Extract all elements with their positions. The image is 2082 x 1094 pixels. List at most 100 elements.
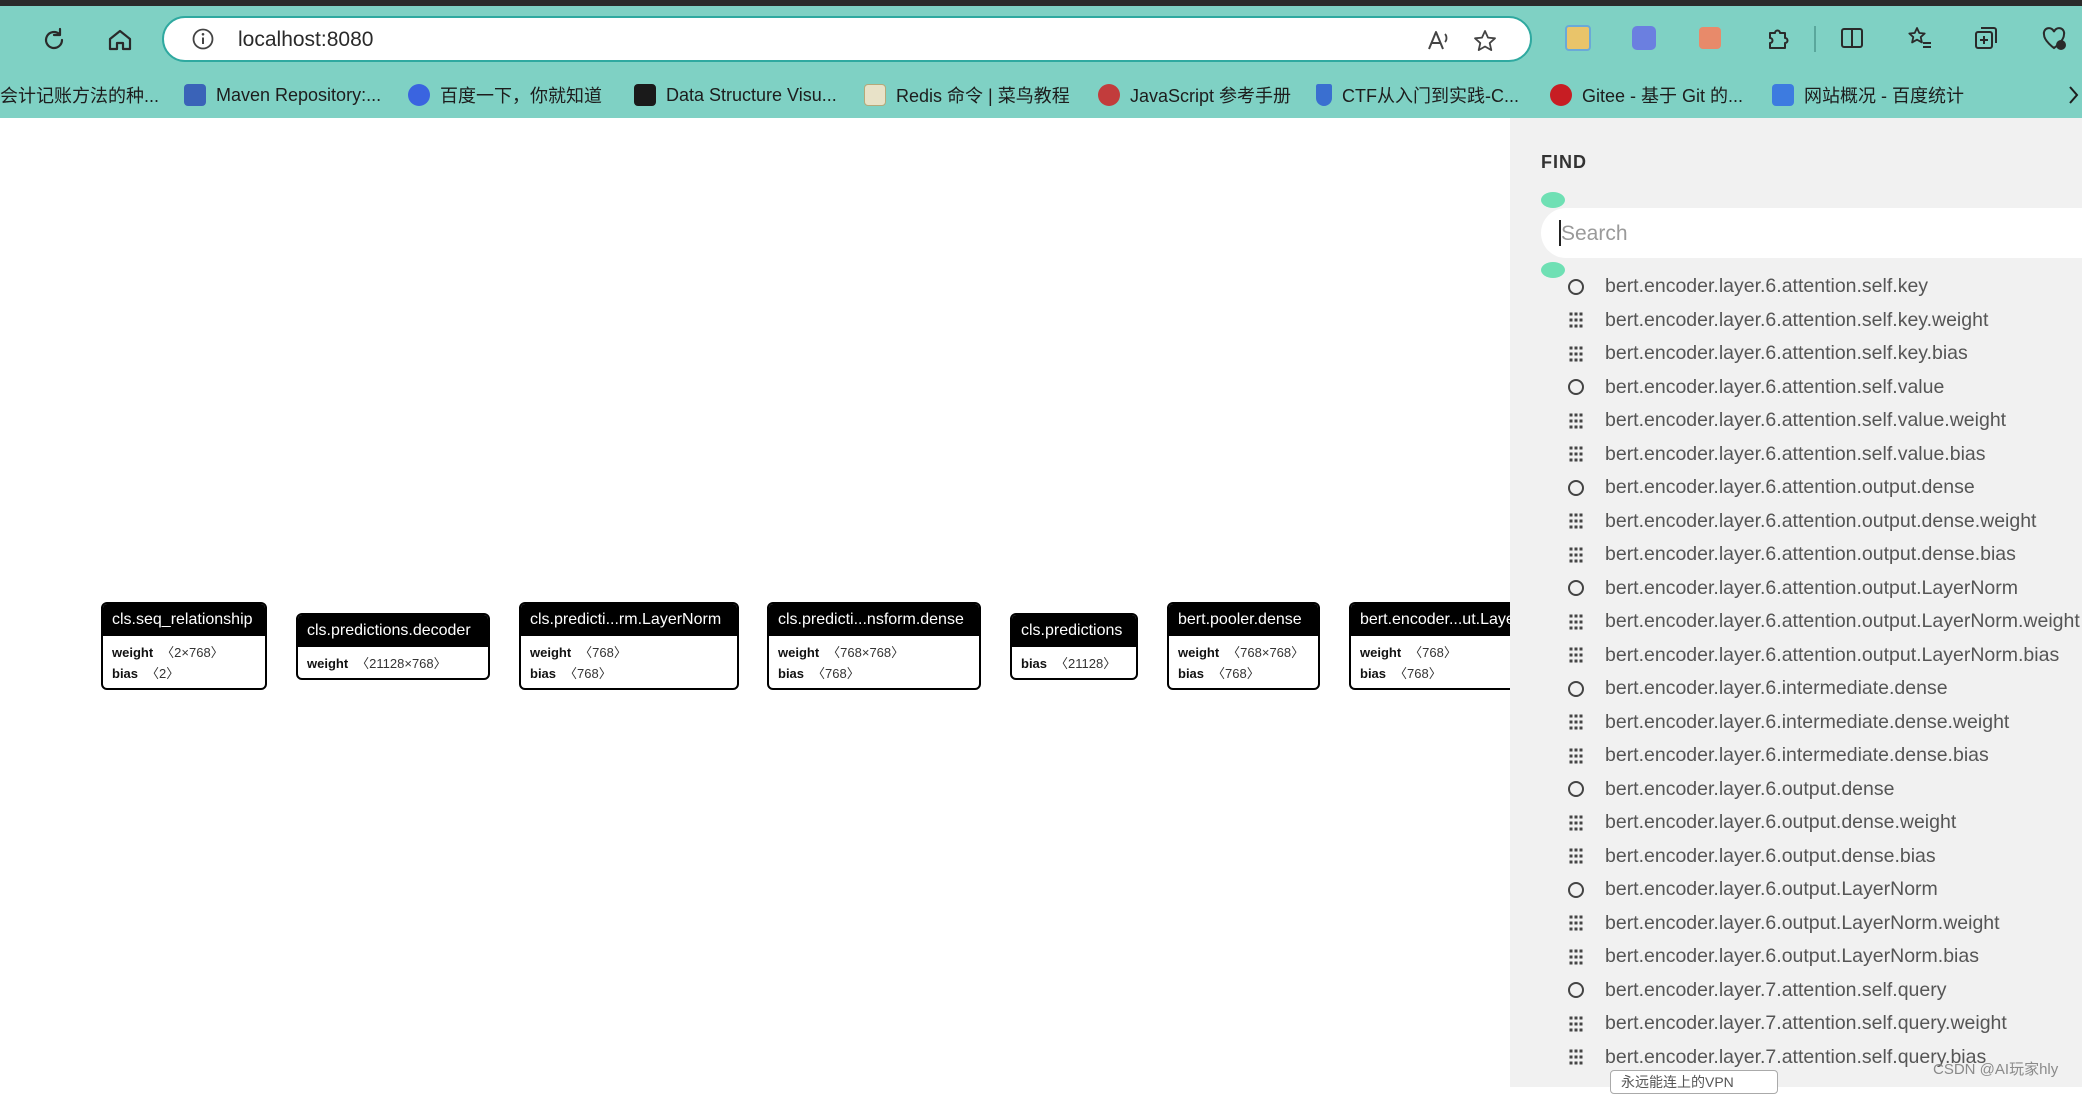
search-result-item[interactable]: bert.encoder.layer.6.attention.self.valu… bbox=[1566, 371, 2082, 405]
browser-toolbar: localhost:8080 bbox=[0, 6, 2082, 72]
search-result-label: bert.encoder.layer.6.output.dense bbox=[1605, 777, 1895, 800]
extension-user-button[interactable] bbox=[1694, 22, 1726, 54]
search-result-item[interactable]: bert.encoder.layer.6.output.LayerNorm bbox=[1566, 873, 2082, 907]
graph-node[interactable]: cls.predictions.decoder weight 〈21128×768… bbox=[296, 613, 490, 680]
search-result-label: bert.encoder.layer.6.attention.output.de… bbox=[1605, 543, 2016, 566]
node-circle-icon bbox=[1566, 478, 1586, 498]
bookmark-item[interactable]: Maven Repository:... bbox=[184, 81, 381, 109]
search-result-item[interactable]: bert.encoder.layer.6.intermediate.dense.… bbox=[1566, 739, 2082, 773]
resize-handle-top-icon[interactable] bbox=[1541, 192, 1565, 208]
node-attribute: weight 〈768〉 bbox=[530, 645, 627, 660]
collections-icon bbox=[1975, 27, 1997, 49]
read-aloud-button[interactable] bbox=[1424, 26, 1454, 56]
search-result-item[interactable]: bert.encoder.layer.6.output.dense.weight bbox=[1566, 806, 2082, 840]
w3-icon bbox=[1098, 84, 1120, 106]
vpn-popup[interactable]: 永远能连上的VPN bbox=[1610, 1070, 1778, 1094]
baidu-paw-icon bbox=[408, 84, 430, 106]
search-result-item[interactable]: bert.encoder.layer.6.output.dense.bias bbox=[1566, 840, 2082, 874]
graph-node[interactable]: cls.seq_relationship weight 〈2×768〉 bias 〈… bbox=[101, 602, 267, 690]
split-screen-button[interactable] bbox=[1836, 22, 1868, 54]
search-result-item[interactable]: bert.encoder.layer.6.attention.self.valu… bbox=[1566, 404, 2082, 438]
search-input[interactable] bbox=[1559, 216, 2063, 252]
graph-canvas[interactable]: cls.seq_relationship weight 〈2×768〉 bias 〈… bbox=[0, 118, 1510, 1087]
node-circle-icon bbox=[1566, 980, 1586, 1000]
favorite-button[interactable] bbox=[1470, 26, 1500, 56]
tensor-grid-icon bbox=[1566, 545, 1586, 565]
search-box[interactable] bbox=[1541, 208, 2082, 258]
search-result-label: bert.encoder.layer.6.intermediate.dense.… bbox=[1605, 710, 2010, 733]
runoob-icon bbox=[864, 84, 886, 106]
star-icon bbox=[1474, 30, 1496, 51]
extension-translate-button[interactable] bbox=[1562, 22, 1594, 54]
bookmark-item[interactable]: Redis 命令 | 菜鸟教程 bbox=[864, 81, 1070, 109]
search-result-item[interactable]: bert.encoder.layer.6.attention.output.La… bbox=[1566, 639, 2082, 673]
node-title: bert.encoder...ut.LayerNorm bbox=[1351, 604, 1510, 636]
shield-icon bbox=[1316, 84, 1332, 106]
maven-icon bbox=[184, 84, 206, 106]
bookmark-item[interactable]: 网站概况 - 百度统计 bbox=[1772, 81, 1964, 109]
collections-button[interactable] bbox=[1970, 22, 2002, 54]
node-title: cls.predictions.decoder bbox=[298, 615, 488, 647]
refresh-icon bbox=[44, 27, 64, 50]
search-result-item[interactable]: bert.encoder.layer.6.attention.self.key.… bbox=[1566, 304, 2082, 338]
bookmark-item[interactable]: CTF从入门到实践-C... bbox=[1316, 81, 1519, 109]
bookmark-item[interactable]: 百度一下，你就知道 bbox=[408, 81, 602, 109]
text-caret bbox=[1559, 220, 1561, 246]
search-result-label: bert.encoder.layer.6.attention.output.La… bbox=[1605, 643, 2060, 666]
tensor-grid-icon bbox=[1566, 645, 1586, 665]
node-attribute: weight 〈768〉 bbox=[1360, 645, 1457, 660]
search-result-item[interactable]: bert.encoder.layer.7.attention.self.quer… bbox=[1566, 1007, 2082, 1041]
puzzle-icon bbox=[1769, 29, 1789, 49]
search-result-label: bert.encoder.layer.6.output.LayerNorm bbox=[1605, 878, 1938, 901]
bookmarks-overflow-chevron-icon[interactable] bbox=[2066, 84, 2082, 106]
bookmark-item[interactable]: 会计记账方法的种... bbox=[0, 81, 159, 109]
graph-node[interactable]: bert.encoder...ut.LayerNorm weight〈768〉 … bbox=[1349, 602, 1510, 690]
tensor-grid-icon bbox=[1566, 411, 1586, 431]
graph-node[interactable]: cls.predicti...rm.LayerNorm weight 〈768〉 … bbox=[519, 602, 739, 690]
search-result-item[interactable]: bert.encoder.layer.6.attention.self.valu… bbox=[1566, 438, 2082, 472]
bookmark-item[interactable]: Data Structure Visu... bbox=[634, 81, 837, 109]
search-result-label: bert.encoder.layer.6.attention.self.valu… bbox=[1605, 375, 1945, 398]
gitee-icon bbox=[1550, 84, 1572, 106]
graph-node[interactable]: bert.pooler.dense weight 〈768×768〉 bias 〈7… bbox=[1167, 602, 1320, 690]
home-button[interactable] bbox=[100, 20, 140, 60]
search-result-item[interactable]: bert.encoder.layer.7.attention.self.quer… bbox=[1566, 974, 2082, 1008]
search-result-item[interactable]: bert.encoder.layer.6.attention.output.de… bbox=[1566, 471, 2082, 505]
node-circle-icon bbox=[1566, 377, 1586, 397]
tensor-grid-icon bbox=[1566, 344, 1586, 364]
search-result-item[interactable]: bert.encoder.layer.6.attention.output.de… bbox=[1566, 538, 2082, 572]
node-attribute: bias 〈768〉 bbox=[1360, 666, 1442, 681]
search-result-item[interactable]: bert.encoder.layer.6.output.dense bbox=[1566, 773, 2082, 807]
search-result-label: bert.encoder.layer.6.attention.output.La… bbox=[1605, 610, 2080, 633]
search-result-item[interactable]: bert.encoder.layer.6.attention.output.La… bbox=[1566, 572, 2082, 606]
search-result-item[interactable]: bert.encoder.layer.6.intermediate.dense.… bbox=[1566, 706, 2082, 740]
search-result-item[interactable]: bert.encoder.layer.6.attention.output.La… bbox=[1566, 605, 2082, 639]
search-result-item[interactable]: bert.encoder.layer.6.output.LayerNorm.bi… bbox=[1566, 940, 2082, 974]
search-result-item[interactable]: bert.encoder.layer.6.attention.output.de… bbox=[1566, 505, 2082, 539]
favorites-button[interactable] bbox=[1904, 22, 1936, 54]
resize-handle-bottom-icon[interactable] bbox=[1541, 262, 1565, 278]
search-result-label: bert.encoder.layer.6.attention.self.key.… bbox=[1605, 342, 1968, 365]
node-title: cls.seq_relationship bbox=[103, 604, 265, 636]
graph-node[interactable]: cls.predicti...nsform.dense weight 〈768×7… bbox=[767, 602, 981, 690]
bookmark-label: CTF从入门到实践-C... bbox=[1342, 86, 1519, 106]
site-info-icon[interactable] bbox=[192, 28, 214, 50]
bookmarks-bar: 会计记账方法的种... Maven Repository:... 百度一下，你就… bbox=[0, 72, 2082, 118]
extensions-button[interactable] bbox=[1762, 22, 1794, 54]
url-text[interactable]: localhost:8080 bbox=[238, 28, 373, 52]
refresh-button[interactable] bbox=[34, 20, 74, 60]
extension-bookmark-button[interactable] bbox=[1628, 22, 1660, 54]
tensor-grid-icon bbox=[1566, 511, 1586, 531]
address-bar[interactable]: localhost:8080 bbox=[162, 16, 1532, 62]
graph-node[interactable]: cls.predictions bias 〈21128〉 bbox=[1010, 613, 1138, 680]
bookmark-item[interactable]: Gitee - 基于 Git 的... bbox=[1550, 81, 1743, 109]
search-result-item[interactable]: bert.encoder.layer.6.attention.self.key.… bbox=[1566, 337, 2082, 371]
browser-essentials-button[interactable] bbox=[2038, 22, 2070, 54]
toolbar-divider bbox=[1814, 26, 1816, 52]
bookmark-item[interactable]: JavaScript 参考手册 bbox=[1098, 81, 1291, 109]
search-result-item[interactable]: bert.encoder.layer.6.output.LayerNorm.we… bbox=[1566, 907, 2082, 941]
search-result-label: bert.encoder.layer.6.attention.output.de… bbox=[1605, 509, 2037, 532]
search-result-item[interactable]: bert.encoder.layer.6.intermediate.dense bbox=[1566, 672, 2082, 706]
bookmark-extension-icon bbox=[1632, 26, 1656, 50]
search-result-item[interactable]: bert.encoder.layer.6.attention.self.key bbox=[1566, 270, 2082, 304]
